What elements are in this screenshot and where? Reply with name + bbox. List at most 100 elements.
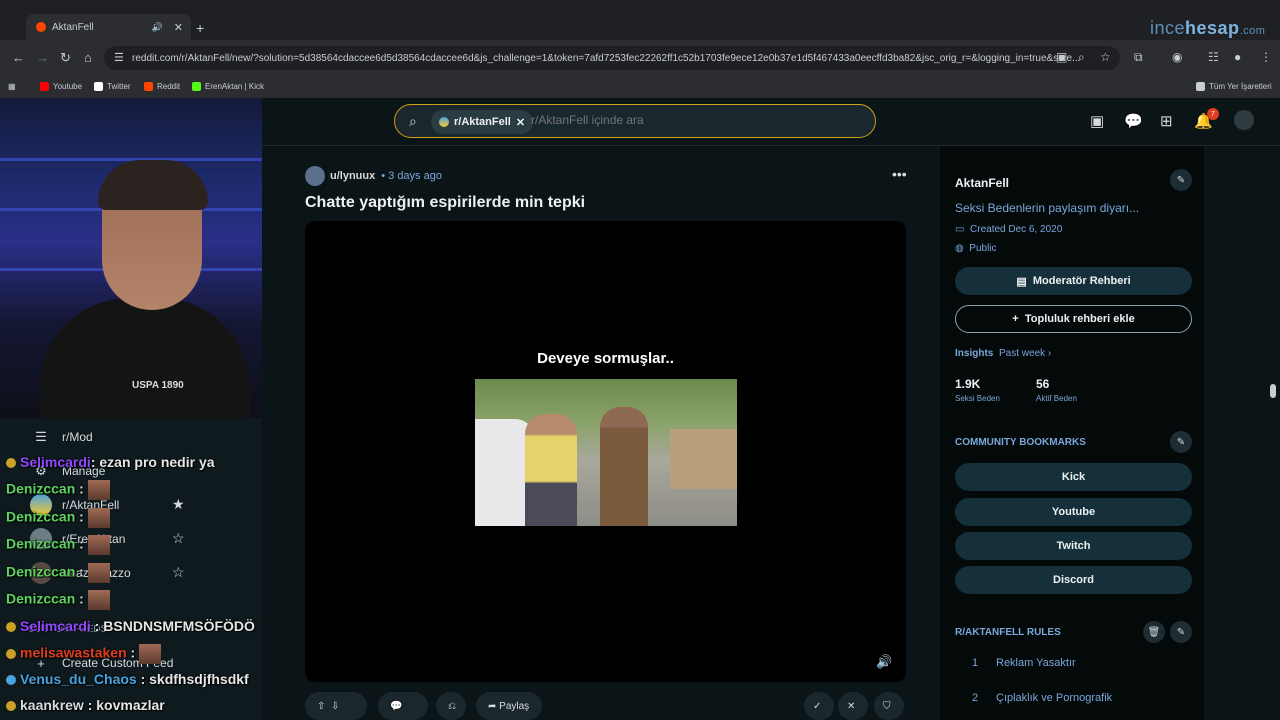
members-label: Seksi Beden <box>955 394 1000 403</box>
post-title[interactable]: Chatte yaptığım espirilerde min tepki <box>305 194 585 212</box>
home-icon[interactable]: ⌂ <box>84 50 92 65</box>
user-avatar[interactable] <box>1234 110 1254 130</box>
bookmarks-heading: COMMUNITY BOOKMARKS <box>955 437 1086 448</box>
incognito-icon[interactable]: ◉ <box>1172 50 1182 64</box>
browser-tab[interactable]: AktanFell 🔊 ✕ <box>26 14 191 40</box>
new-tab-button[interactable]: + <box>196 20 204 36</box>
add-community-guide-button[interactable]: + Topluluk rehberi ekle <box>955 305 1192 333</box>
menu-icon[interactable]: ⋮ <box>1260 50 1272 64</box>
rule-item[interactable]: Çıplaklık ve Pornografik <box>996 692 1112 704</box>
video-caption: Deveye sormuşlar.. <box>537 350 674 367</box>
emote-image <box>87 480 110 500</box>
back-icon[interactable]: ← <box>12 50 25 65</box>
plus-icon: + <box>1012 313 1019 325</box>
shirt-logo: USPA 1890 <box>132 380 184 391</box>
all-bookmarks[interactable]: Tüm Yer İşaretleri <box>1196 82 1272 91</box>
page-scrollbar[interactable] <box>1270 384 1276 398</box>
bookmark-discord-button[interactable]: Discord <box>955 566 1192 594</box>
share-button[interactable]: ➦ Paylaş <box>476 692 542 720</box>
chat-message: Denizccan : <box>6 535 110 555</box>
search-bar[interactable]: ⌕ r/AktanFell ✕ <box>394 104 876 138</box>
speaker-icon[interactable]: 🔊 <box>152 22 163 33</box>
edit-pencil-icon[interactable]: ✎ <box>1170 431 1192 453</box>
reddit-favicon-icon <box>36 22 46 32</box>
insights-period[interactable]: Past week › <box>999 348 1051 359</box>
bookmark-star-icon[interactable]: ☆ <box>1100 50 1111 64</box>
bookmark-youtube-button[interactable]: Youtube <box>955 498 1192 526</box>
address-bar[interactable]: ☰ reddit.com/r/AktanFell/new/?solution=5… <box>104 46 1120 70</box>
bookmark-twitch-button[interactable]: Twitch <box>955 532 1192 560</box>
tab-search-icon[interactable]: ☷ <box>1208 50 1219 64</box>
emote-image <box>139 644 162 664</box>
upvote-icon[interactable]: ⇧ <box>317 701 325 712</box>
bookmark-youtube[interactable]: Youtube <box>40 82 82 91</box>
comments-button[interactable]: 💬 <box>378 692 428 720</box>
translate-icon[interactable]: ▣ <box>1056 50 1067 64</box>
chat-message: Denizccan : <box>6 563 110 583</box>
post-author-line: u/lynuux • 3 days ago <box>305 166 442 186</box>
sidebar-item-mod[interactable]: ☰ r/Mod <box>30 426 93 448</box>
chat-icon[interactable]: 💬 <box>1124 112 1143 130</box>
zoom-icon[interactable]: ⌕ <box>1078 50 1085 65</box>
forward-icon[interactable]: → <box>36 50 49 65</box>
site-info-icon[interactable]: ☰ <box>114 51 124 64</box>
share-icon: ➦ <box>488 700 497 712</box>
bookmark-kick[interactable]: ErenAktan | Kick <box>192 82 264 91</box>
advertise-icon[interactable]: ▣ <box>1090 112 1104 130</box>
video-frame <box>475 379 737 526</box>
profile-icon[interactable]: ● <box>1234 50 1241 64</box>
extensions-icon[interactable]: ⧉ <box>1134 50 1143 65</box>
moderator-guide-button[interactable]: ▤ Moderatör Rehberi <box>955 267 1192 295</box>
youtube-icon <box>40 82 49 91</box>
author-name[interactable]: u/lynuux <box>330 170 375 182</box>
close-tab-icon[interactable]: ✕ <box>174 21 183 34</box>
cake-icon: ▭ <box>955 224 965 235</box>
rule-number: 1 <box>972 657 979 669</box>
favorite-star-icon[interactable]: ☆ <box>172 564 185 581</box>
rule-number: 2 <box>972 692 979 704</box>
bookmark-kick-button[interactable]: Kick <box>955 463 1192 491</box>
chat-message: Selimcardi : BSNDNSMFMSÖFÖDÖ <box>6 618 255 634</box>
search-input[interactable] <box>531 113 851 127</box>
post-time: • 3 days ago <box>381 170 442 182</box>
vote-buttons[interactable]: ⇧ ⇩ <box>305 692 367 720</box>
chip-close-icon[interactable]: ✕ <box>516 116 525 129</box>
award-button[interactable]: ⎌ <box>436 692 466 720</box>
edit-pencil-icon[interactable]: ✎ <box>1170 169 1192 191</box>
trash-icon[interactable]: 🗑 <box>1143 621 1165 643</box>
favorite-star-filled-icon[interactable]: ★ <box>172 496 185 513</box>
favorite-star-icon[interactable]: ☆ <box>172 530 185 547</box>
edit-pencil-icon[interactable]: ✎ <box>1170 621 1192 643</box>
url-text: reddit.com/r/AktanFell/new/?solution=5d3… <box>132 52 1081 64</box>
online-count: 56 <box>1036 377 1050 391</box>
kick-icon <box>192 82 201 91</box>
approve-button[interactable]: ✓ <box>804 692 834 720</box>
subreddit-avatar <box>439 117 449 127</box>
reload-icon[interactable]: ↻ <box>60 50 71 66</box>
chat-message: Denizccan : <box>6 480 110 500</box>
x-icon <box>94 82 103 91</box>
bookmark-reddit[interactable]: Reddit <box>144 82 180 91</box>
members-count: 1.9K <box>955 377 981 391</box>
chat-message: melisawastaken : <box>6 644 162 664</box>
bookmark-twitter[interactable]: Twitter <box>94 82 131 91</box>
apps-icon[interactable]: ▦ <box>8 82 16 91</box>
list-icon: ☰ <box>35 429 47 444</box>
community-name: AktanFell <box>955 176 1010 190</box>
create-post-icon[interactable]: ⊞ <box>1160 112 1173 130</box>
rules-heading: R/AKTANFELL RULES <box>955 627 1061 638</box>
subreddit-search-chip[interactable]: r/AktanFell ✕ <box>431 110 534 134</box>
post-overflow-menu-icon[interactable]: ••• <box>892 166 907 182</box>
close-icon: ✕ <box>847 700 856 712</box>
mod-actions-button[interactable]: ⛉ <box>874 692 904 720</box>
volume-icon[interactable]: 🔊 <box>876 654 892 670</box>
book-icon: ▤ <box>1016 275 1027 288</box>
downvote-icon[interactable]: ⇩ <box>331 701 339 712</box>
watermark: incehesap.com <box>1150 18 1266 38</box>
author-avatar[interactable] <box>305 166 325 186</box>
rule-item[interactable]: Reklam Yasaktır <box>996 657 1076 669</box>
insights-label[interactable]: Insights <box>955 348 993 359</box>
remove-button[interactable]: ✕ <box>838 692 868 720</box>
emote-image <box>87 535 110 555</box>
online-label: Aktif Beden <box>1036 394 1077 403</box>
